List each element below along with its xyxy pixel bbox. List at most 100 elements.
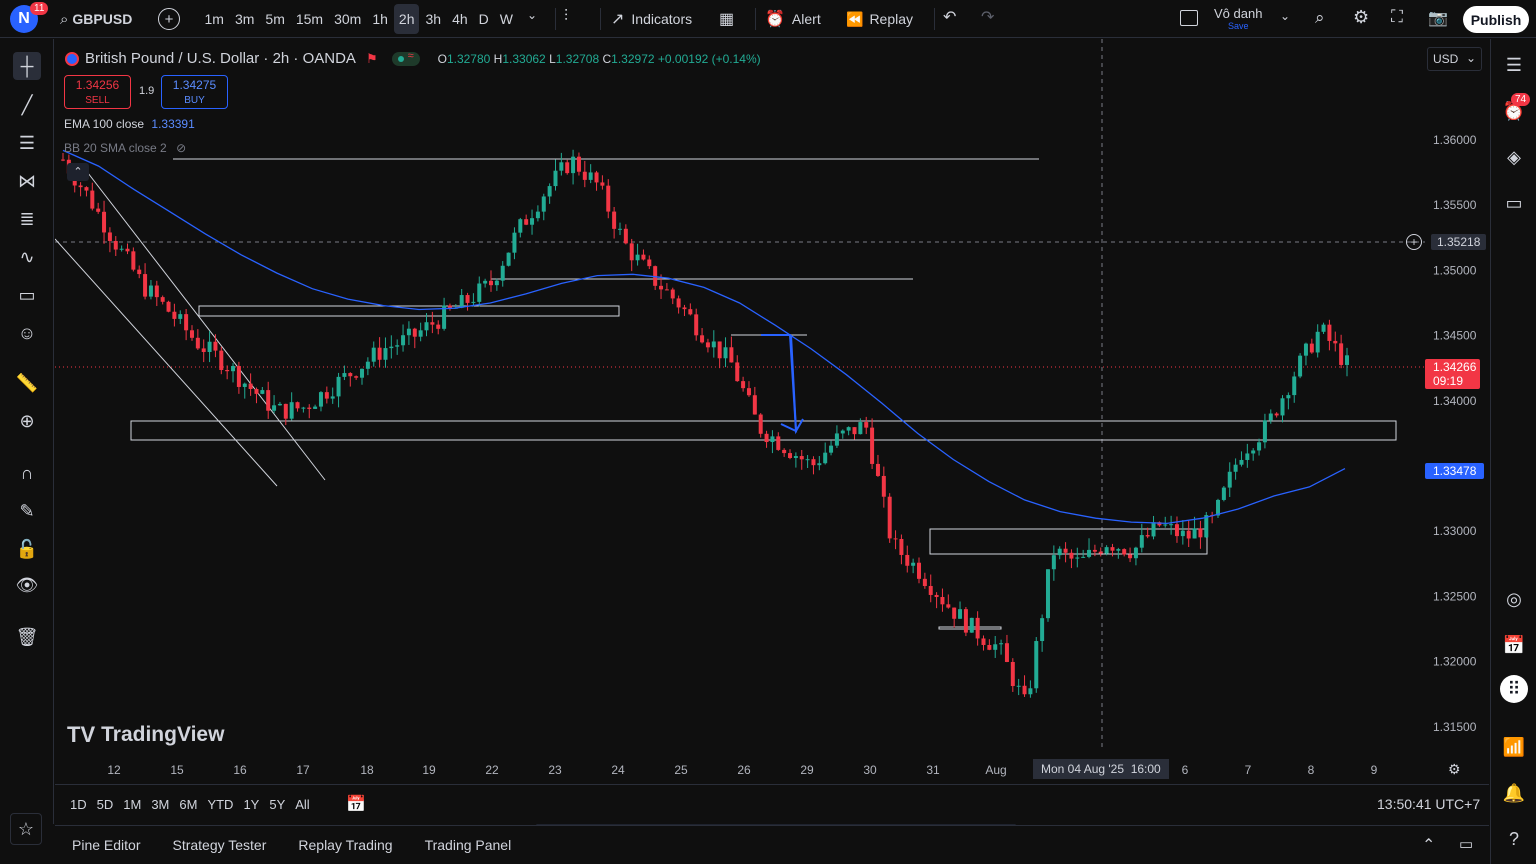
settings-gear-icon[interactable]: ⚙ <box>1353 7 1369 28</box>
timeframe-3h[interactable]: 3h <box>420 4 446 34</box>
layers-icon[interactable]: ◈ <box>1500 143 1528 171</box>
candle-body <box>688 309 693 315</box>
candle-body <box>1298 355 1303 377</box>
trash-icon[interactable]: 🗑 <box>13 623 41 651</box>
timeframe-W[interactable]: W <box>495 4 518 34</box>
candle-body <box>928 586 933 595</box>
candle-body <box>752 395 757 415</box>
range-ytd[interactable]: YTD <box>207 797 233 812</box>
range-1m[interactable]: 1M <box>123 797 141 812</box>
trend-line-icon[interactable]: ╱ <box>13 91 41 119</box>
timeframe-15m[interactable]: 15m <box>291 4 328 34</box>
broadcast-icon[interactable]: 📶 <box>1500 733 1528 761</box>
chat-icon[interactable]: ▭ <box>1500 189 1528 217</box>
candle-body <box>717 341 722 359</box>
panel-tab-replay-trading[interactable]: Replay Trading <box>298 837 392 853</box>
candle-body <box>131 251 136 270</box>
timeframe-3m[interactable]: 3m <box>230 4 259 34</box>
horizontal-lines-icon[interactable]: ☰ <box>13 129 41 157</box>
target-icon[interactable]: ◎ <box>1500 585 1528 613</box>
timeframe-30m[interactable]: 30m <box>329 4 366 34</box>
chevron-down-icon[interactable]: ⌄ <box>527 8 537 22</box>
date-range-icon[interactable]: 📅 <box>346 794 366 814</box>
star-favorites-icon[interactable]: ☆ <box>10 813 42 845</box>
timeframe-1m[interactable]: 1m <box>200 4 229 34</box>
watchlist-icon[interactable]: ☰ <box>1500 51 1528 79</box>
calendar-icon[interactable]: 📅 <box>1500 631 1528 659</box>
zoom-in-icon[interactable]: ⊕ <box>13 407 41 435</box>
price-tick-label: 1.35500 <box>1433 198 1477 212</box>
chart-area[interactable]: 1.36000 1.35500 1.35000 1.34500 1.34000 1.330… <box>55 39 1489 824</box>
sell-button[interactable]: 1.34256 SELL <box>64 75 131 109</box>
layout-name-menu[interactable]: Vô danh Save <box>1214 6 1262 31</box>
ema-indicator-legend[interactable]: EMA 100 close 1.33391 <box>64 117 195 131</box>
patterns-icon[interactable]: ∿ <box>13 243 41 271</box>
magnet-icon[interactable]: ∩ <box>13 459 41 487</box>
panel-tab-pine-editor[interactable]: Pine Editor <box>72 837 140 853</box>
ruler-icon[interactable]: 📏 <box>13 369 41 397</box>
date-tick-label: 25 <box>674 763 688 777</box>
candle-body <box>201 348 206 353</box>
timeframe-1h[interactable]: 1h <box>367 4 393 34</box>
timeframe-5m[interactable]: 5m <box>260 4 289 34</box>
price-tick-label: 1.36000 <box>1433 133 1477 147</box>
range-3m[interactable]: 3M <box>151 797 169 812</box>
panel-tab-trading-panel[interactable]: Trading Panel <box>425 837 512 853</box>
currency-selector[interactable]: USD ⌄ <box>1427 47 1482 71</box>
date-tick-label: 18 <box>360 763 374 777</box>
range-all[interactable]: All <box>295 797 309 812</box>
range-6m[interactable]: 6M <box>179 797 197 812</box>
help-icon[interactable]: ? <box>1500 825 1528 853</box>
undo-icon[interactable]: ↶ <box>943 7 956 27</box>
indicators-button[interactable]: ↗ Indicators <box>611 4 692 34</box>
bb-indicator-legend[interactable]: BB 20 SMA close 2 ⊘ <box>64 141 186 155</box>
candle-body <box>870 427 875 464</box>
fib-retracement-icon[interactable]: ≣ <box>13 205 41 233</box>
range-1y[interactable]: 1Y <box>243 797 259 812</box>
replay-button[interactable]: ⏪ Replay <box>846 4 913 34</box>
flag-icon[interactable]: ⚑ <box>366 51 378 67</box>
collapse-legend-icon[interactable]: ⌃ <box>67 163 89 181</box>
range-5d[interactable]: 5D <box>97 797 114 812</box>
pencil-lock-icon[interactable]: ✎ <box>13 497 41 525</box>
apps-grid-icon[interactable]: ⠿ <box>1500 675 1528 703</box>
alert-button[interactable]: ⏰ Alert <box>765 4 821 34</box>
candle-body <box>1227 471 1232 488</box>
fullscreen-icon[interactable]: ⛶ <box>1391 7 1403 27</box>
collapse-panel-icon[interactable]: ⌃ <box>1422 835 1435 855</box>
publish-button[interactable]: Publish <box>1463 6 1529 33</box>
timeframe-4h[interactable]: 4h <box>447 4 473 34</box>
emoji-icon[interactable]: ☺ <box>13 319 41 347</box>
candle-body <box>735 362 740 382</box>
panel-tab-strategy-tester[interactable]: Strategy Tester <box>172 837 266 853</box>
range-1d[interactable]: 1D <box>70 797 87 812</box>
indicators-label: Indicators <box>631 11 693 27</box>
layout-icon[interactable] <box>1180 10 1198 26</box>
buy-button[interactable]: 1.34275 BUY <box>161 75 228 109</box>
quick-search-icon[interactable]: ⌕ <box>1315 8 1325 28</box>
chevron-down-icon[interactable]: ⌄ <box>1280 9 1290 23</box>
utc-clock[interactable]: 13:50:41 UTC+7 <box>1377 796 1480 812</box>
candle-body <box>864 422 869 428</box>
eye-icon[interactable]: 👁 <box>13 571 41 599</box>
timeframe-D[interactable]: D <box>474 4 494 34</box>
range-5y[interactable]: 5Y <box>269 797 285 812</box>
maximize-panel-icon[interactable]: ▭ <box>1459 835 1473 853</box>
crosshair-icon[interactable]: ┼ <box>13 52 41 80</box>
notifications-bell-icon[interactable]: 🔔 <box>1500 779 1528 807</box>
camera-icon[interactable]: 📷 <box>1428 8 1448 28</box>
add-price-alert-icon[interactable]: + <box>1406 234 1422 250</box>
pitchfork-icon[interactable]: ⋈ <box>13 167 41 195</box>
hidden-eye-icon[interactable]: ⊘ <box>176 141 186 155</box>
templates-icon[interactable]: ▦ <box>719 9 734 29</box>
symbol-search[interactable]: ⌕ GBPUSD <box>60 4 132 34</box>
lock-icon[interactable]: 🔓 <box>13 535 41 563</box>
timezone-settings-icon[interactable]: ⚙ <box>1448 761 1461 778</box>
redo-icon[interactable]: ↷ <box>981 7 994 27</box>
candles-icon[interactable]: ⫶ <box>564 8 568 26</box>
timeframe-2h[interactable]: 2h <box>393 4 420 34</box>
compare-symbol-icon[interactable]: + <box>158 8 180 30</box>
candle-body <box>793 456 798 459</box>
chart-canvas[interactable]: 1.36000 1.35500 1.35000 1.34500 1.34000 1.330… <box>55 39 1489 824</box>
annotation-icon[interactable]: ▭ <box>13 281 41 309</box>
